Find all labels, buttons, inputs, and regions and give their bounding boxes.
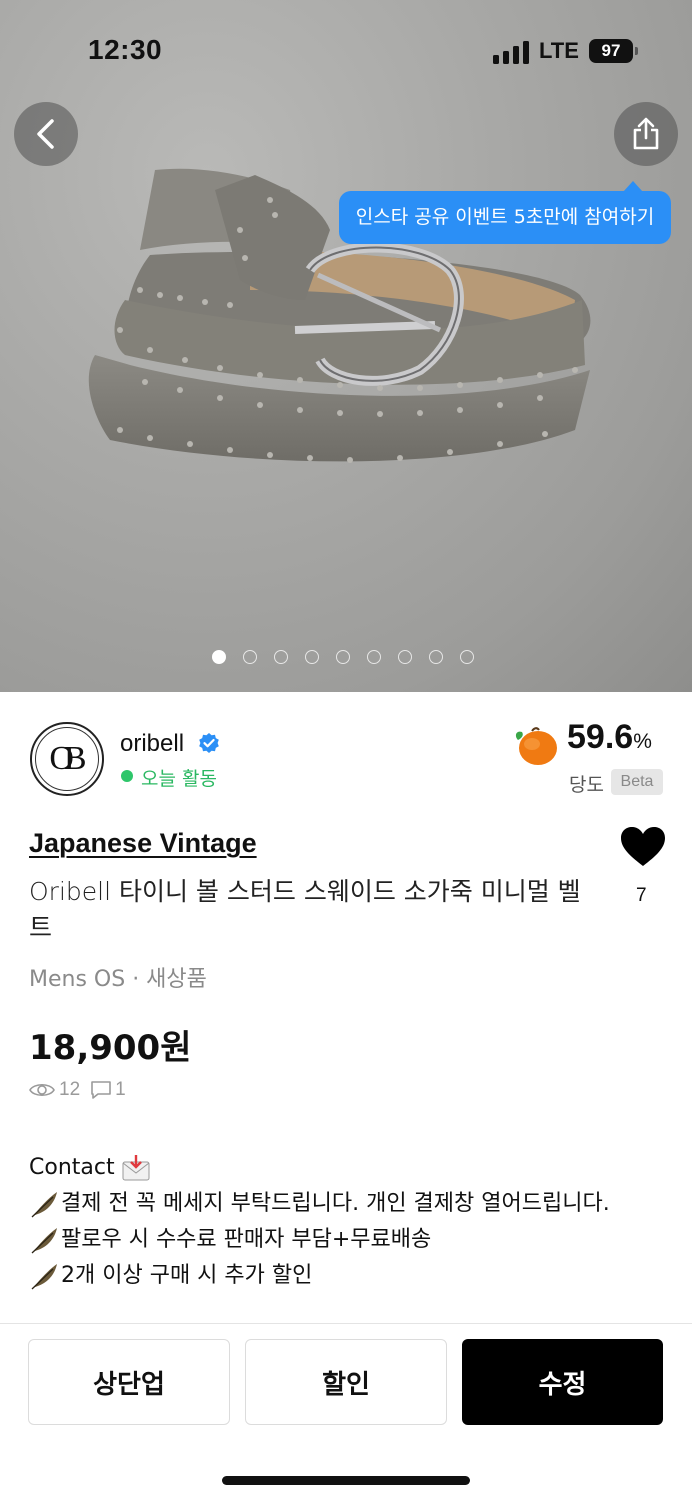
description-contact-line: Contact [29,1150,669,1186]
sweetness-label: 당도 [569,774,604,796]
description-line-text: 팔로우 시 수수료 판매자 부담+무료배송 [61,1227,432,1252]
seller-avatar[interactable]: OB [30,722,104,796]
network-type: LTE [539,38,579,63]
page-dot[interactable] [398,650,412,664]
share-event-tooltip[interactable]: 인스타 공유 이벤트 5초만에 참여하기 [339,181,671,244]
back-button[interactable] [14,102,78,166]
brand-link[interactable]: Japanese Vintage [29,828,257,859]
feather-icon [31,1264,57,1290]
home-indicator[interactable] [222,1476,470,1485]
product-meta: Mens OS · 새상품 [29,967,207,992]
bump-button[interactable]: 상단업 [28,1339,230,1425]
comment-count: 1 [115,1079,126,1100]
comment-icon [91,1081,111,1099]
chevron-left-icon [37,119,54,149]
page-dot[interactable] [305,650,319,664]
page-dot[interactable] [336,650,350,664]
status-time: 12:30 [88,34,163,65]
status-bar: 12:30 LTE 97 [0,0,692,100]
beta-badge: Beta [611,769,663,795]
product-description: Contact 결제 전 꼭 메세지 부탁드립니다. 개인 결제창 열어드립니다… [29,1150,669,1294]
page-dot[interactable] [274,650,288,664]
description-line: 2개 이상 구매 시 추가 할인 [29,1258,669,1294]
description-line-text: 2개 이상 구매 시 추가 할인 [61,1263,313,1288]
online-status-dot [121,770,133,782]
sweetness-value: 59.6 [567,718,634,756]
verified-badge-icon [199,733,219,753]
feather-icon [31,1192,57,1218]
product-price: 18,900원 [29,1028,192,1068]
product-photo [88,168,591,463]
page-dot[interactable] [429,650,443,664]
seller-name[interactable]: oribell [120,730,184,758]
view-count: 12 [59,1079,81,1100]
heart-icon[interactable] [620,826,666,868]
sweetness-unit: % [633,730,652,753]
carousel-page-indicator [212,650,474,664]
battery-icon: 97 [589,39,638,63]
bottom-divider [0,1323,692,1324]
page-dot[interactable] [367,650,381,664]
description-line-text: 결제 전 꼭 메세지 부탁드립니다. 개인 결제창 열어드립니다. [61,1191,610,1216]
like-count: 7 [636,885,647,906]
eye-icon [29,1083,55,1097]
description-line: 결제 전 꼭 메세지 부탁드립니다. 개인 결제창 열어드립니다. [29,1186,669,1222]
product-stats: 12 1 [29,1078,126,1102]
seller-logo: OB [35,727,99,791]
peach-icon [515,727,557,765]
share-icon [633,117,659,150]
page-dot[interactable] [212,650,226,664]
seller-section[interactable]: OB oribell 오늘 활동 59.6% 당도 Beta [0,692,692,812]
discount-button[interactable]: 할인 [245,1339,447,1425]
feather-icon [31,1228,57,1254]
edit-button[interactable]: 수정 [462,1339,663,1425]
product-title: Oribell 타이니 볼 스터드 스웨이드 소가죽 미니멀 벨트 [29,877,581,942]
description-line: 팔로우 시 수수료 판매자 부담+무료배송 [29,1222,669,1258]
contact-label: Contact [29,1155,115,1180]
activity-status: 오늘 활동 [141,768,217,790]
page-dot[interactable] [243,650,257,664]
incoming-envelope-icon [122,1155,150,1181]
sweetness-score: 59.6% [567,718,652,757]
page-dot[interactable] [460,650,474,664]
product-image-carousel[interactable]: 12:30 LTE 97 인스타 공유 이벤트 5초만에 참여하기 [0,0,692,692]
signal-icon [493,40,529,64]
share-button[interactable] [614,102,678,166]
